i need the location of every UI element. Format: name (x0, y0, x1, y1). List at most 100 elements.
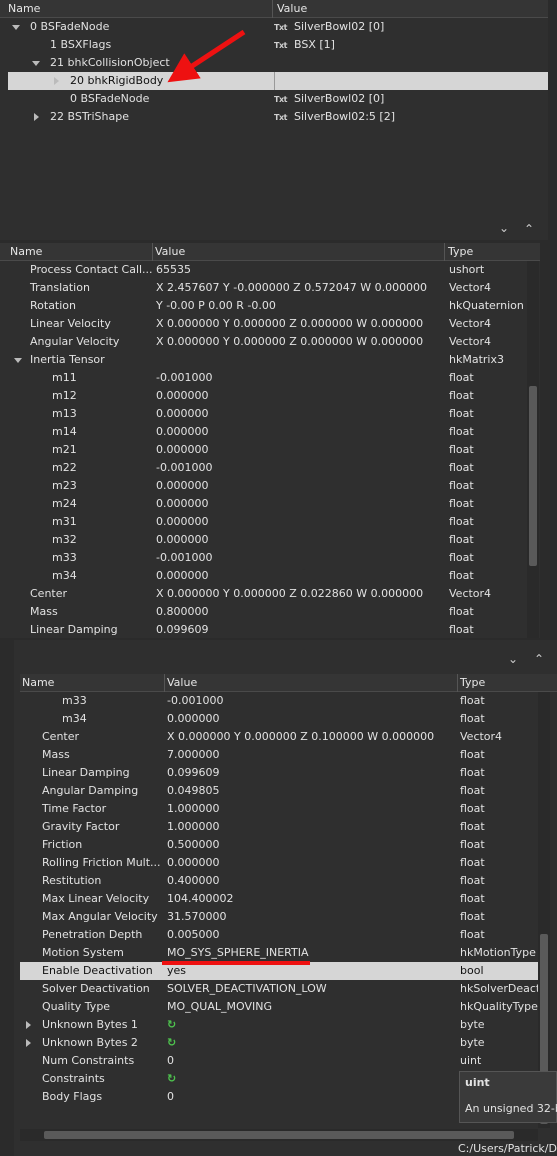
property-row[interactable]: Center X 0.000000 Y 0.000000 Z 0.022860 W… (0, 585, 527, 603)
property-row[interactable]: m34 0.000000 float (20, 710, 538, 728)
vertical-scrollbar[interactable] (527, 261, 539, 638)
property-value[interactable]: 0.000000 (156, 513, 209, 531)
property-row[interactable]: m21 0.000000 float (0, 441, 527, 459)
property-row[interactable]: Quality Type MO_QUAL_MOVING hkQualityType (20, 998, 538, 1016)
horizontal-scrollbar[interactable] (20, 1129, 538, 1141)
property-value[interactable]: 0.000000 (156, 441, 209, 459)
property-value[interactable]: -0.001000 (156, 459, 212, 477)
property-row[interactable]: Solver Deactivation SOLVER_DEACTIVATION_L… (20, 980, 543, 998)
property-value[interactable]: 0 (167, 1052, 174, 1070)
property-row[interactable]: m33 -0.001000 float (0, 549, 527, 567)
property-value[interactable]: 0.099609 (167, 764, 220, 782)
property-row[interactable]: Linear Damping 0.099609 float (0, 621, 527, 638)
property-value[interactable]: 1.000000 (167, 818, 220, 836)
property-row[interactable]: Gravity Factor 1.000000 float (20, 818, 538, 836)
chevron-up-icon[interactable]: ⌃ (534, 652, 544, 666)
scrollbar-thumb[interactable] (529, 386, 537, 566)
property-value[interactable]: SOLVER_DEACTIVATION_LOW (167, 980, 327, 998)
property-value[interactable]: Y -0.00 P 0.00 R -0.00 (156, 297, 276, 315)
property-value[interactable]: 0.000000 (156, 567, 209, 585)
tree-row[interactable]: 0 BSFadeNode Txt SilverBowl02 [0] (0, 90, 548, 108)
tree-header-value[interactable]: Value (277, 2, 307, 15)
property-value[interactable]: -0.001000 (156, 549, 212, 567)
property-value[interactable]: X 2.457607 Y -0.000000 Z 0.572047 W 0.00… (156, 279, 427, 297)
property-value[interactable]: 0.400000 (167, 872, 220, 890)
expand-arrow-icon[interactable] (32, 61, 40, 66)
property-row[interactable]: m31 0.000000 float (0, 513, 527, 531)
property-row[interactable]: Center X 0.000000 Y 0.000000 Z 0.100000 W… (20, 728, 538, 746)
property-row[interactable]: m34 0.000000 float (0, 567, 527, 585)
property-value[interactable]: 0.000000 (156, 531, 209, 549)
property-value[interactable]: 0.000000 (156, 423, 209, 441)
property-row[interactable]: Process Contact Call... 65535 ushort (0, 261, 527, 279)
property-value[interactable]: X 0.000000 Y 0.000000 Z 0.000000 W 0.000… (156, 333, 423, 351)
property-row[interactable]: m33 -0.001000 float (20, 692, 538, 710)
tree-header-name[interactable]: Name (8, 2, 40, 15)
property-row[interactable]: m24 0.000000 float (0, 495, 527, 513)
property-value[interactable]: 0 (167, 1088, 174, 1106)
expand-arrow-icon[interactable] (12, 25, 20, 30)
property-value[interactable]: X 0.000000 Y 0.000000 Z 0.100000 W 0.000… (167, 728, 434, 746)
property-row[interactable]: Linear Damping 0.099609 float (20, 764, 538, 782)
property-value[interactable]: 0.000000 (167, 710, 220, 728)
property-value[interactable]: 0.000000 (156, 387, 209, 405)
tree-row[interactable]: 22 BSTriShape Txt SilverBowl02:5 [2] (0, 108, 548, 126)
property-row[interactable]: Max Angular Velocity 31.570000 float (20, 908, 538, 926)
tree-row-selected[interactable]: 20 bhkRigidBody (8, 72, 548, 90)
chevron-down-icon[interactable]: ⌄ (508, 652, 518, 666)
scrollbar-thumb[interactable] (44, 1131, 514, 1139)
property-value[interactable]: 0.800000 (156, 603, 209, 621)
chevron-up-icon[interactable]: ⌃ (524, 222, 534, 236)
property-value[interactable]: 0.099609 (156, 621, 209, 638)
property-row[interactable]: m22 -0.001000 float (0, 459, 527, 477)
property-row[interactable]: Unknown Bytes 1 ↻ byte (20, 1016, 538, 1034)
tree-row[interactable]: 1 BSXFlags Txt BSX [1] (0, 36, 548, 54)
property-row[interactable]: m14 0.000000 float (0, 423, 527, 441)
property-row[interactable]: Mass 0.800000 float (0, 603, 527, 621)
expand-arrow-icon[interactable] (14, 358, 22, 363)
tree-row[interactable]: 21 bhkCollisionObject (0, 54, 548, 72)
property-row[interactable]: m13 0.000000 float (0, 405, 527, 423)
property-row[interactable]: Mass 7.000000 float (20, 746, 538, 764)
property-value[interactable]: 0.000000 (167, 854, 220, 872)
property-value[interactable]: 0.000000 (156, 405, 209, 423)
property-row[interactable]: Max Linear Velocity 104.400002 float (20, 890, 538, 908)
property-row[interactable]: Unknown Bytes 2 ↻ byte (20, 1034, 538, 1052)
vertical-scrollbar[interactable] (538, 692, 550, 1128)
property-row[interactable]: Translation X 2.457607 Y -0.000000 Z 0.57… (0, 279, 527, 297)
property-row[interactable]: Angular Velocity X 0.000000 Y 0.000000 Z … (0, 333, 527, 351)
property-value[interactable]: 0.000000 (156, 495, 209, 513)
property-value[interactable]: -0.001000 (167, 692, 223, 710)
tree-row[interactable]: 0 BSFadeNode Txt SilverBowl02 [0] (0, 18, 548, 36)
property-value[interactable]: 31.570000 (167, 908, 227, 926)
property-row[interactable]: Time Factor 1.000000 float (20, 800, 538, 818)
refresh-icon[interactable]: ↻ (167, 1016, 176, 1034)
property-value[interactable]: 7.000000 (167, 746, 220, 764)
property-value[interactable]: 65535 (156, 261, 191, 279)
collapse-arrow-icon[interactable] (54, 77, 59, 85)
property-row[interactable]: Rolling Friction Mult... 0.000000 float (20, 854, 538, 872)
property-value[interactable]: 0.000000 (156, 477, 209, 495)
property-row[interactable]: Num Constraints 0 uint (20, 1052, 538, 1070)
refresh-icon[interactable]: ↻ (167, 1034, 176, 1052)
collapse-arrow-icon[interactable] (26, 1039, 31, 1047)
property-row[interactable]: m23 0.000000 float (0, 477, 527, 495)
refresh-icon[interactable]: ↻ (167, 1070, 176, 1088)
property-value[interactable]: X 0.000000 Y 0.000000 Z 0.000000 W 0.000… (156, 315, 423, 333)
property-row[interactable]: Friction 0.500000 float (20, 836, 538, 854)
property-row[interactable]: Motion System MO_SYS_SPHERE_INERTIA hkMoti… (20, 944, 538, 962)
property-value[interactable]: MO_QUAL_MOVING (167, 998, 272, 1016)
property-value[interactable]: 0.500000 (167, 836, 220, 854)
property-row[interactable]: Angular Damping 0.049805 float (20, 782, 538, 800)
property-value[interactable]: 0.005000 (167, 926, 220, 944)
property-row[interactable]: Penetration Depth 0.005000 float (20, 926, 538, 944)
property-value[interactable]: X 0.000000 Y 0.000000 Z 0.022860 W 0.000… (156, 585, 423, 603)
collapse-arrow-icon[interactable] (26, 1021, 31, 1029)
property-row[interactable]: Inertia Tensor hkMatrix3 (0, 351, 527, 369)
property-row[interactable]: Rotation Y -0.00 P 0.00 R -0.00 hkQuaterni… (0, 297, 527, 315)
property-row[interactable]: m32 0.000000 float (0, 531, 527, 549)
property-row[interactable]: m12 0.000000 float (0, 387, 527, 405)
property-value[interactable]: 1.000000 (167, 800, 220, 818)
property-row[interactable]: m11 -0.001000 float (0, 369, 527, 387)
chevron-down-icon[interactable]: ⌄ (499, 221, 509, 235)
